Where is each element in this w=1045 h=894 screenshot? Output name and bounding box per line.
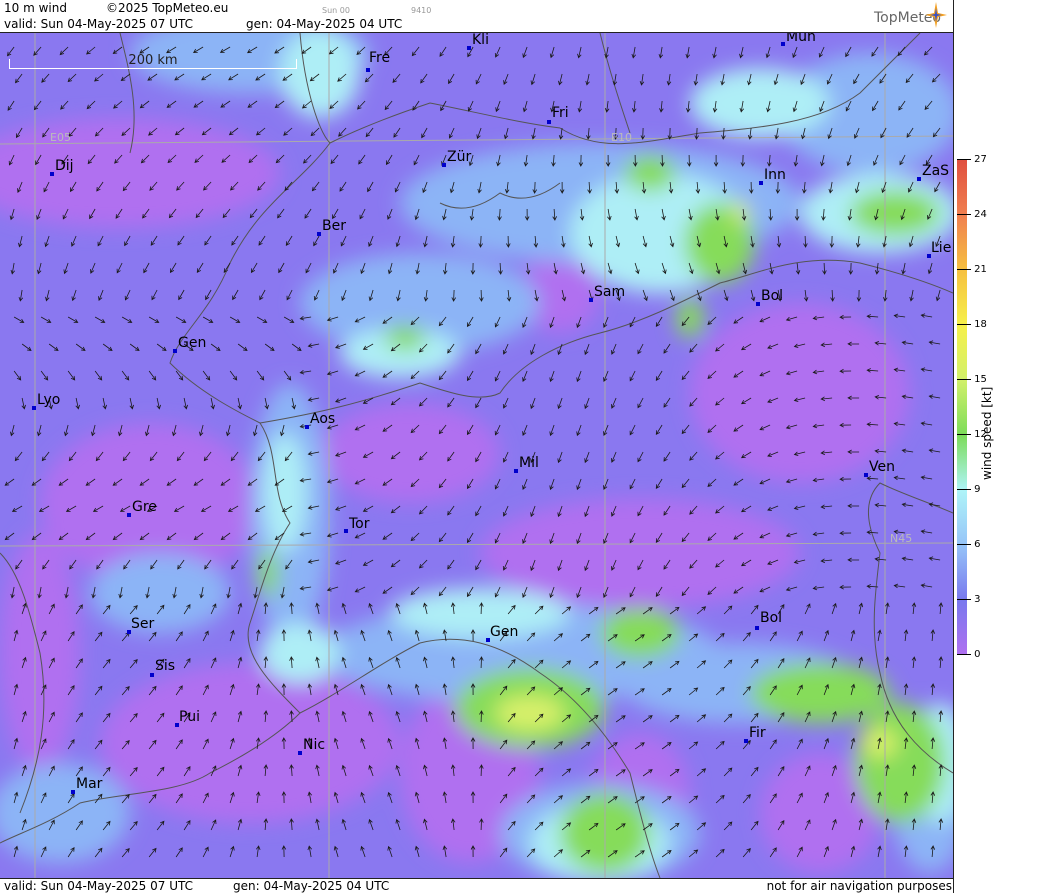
copyright: ©2025 TopMeteo.eu [106, 1, 229, 15]
colorbar-tick-21: 21 [957, 264, 987, 275]
colorbar-tick-15: 15 [957, 374, 987, 385]
colorbar-tick-6: 6 [957, 539, 981, 550]
colorbar [957, 160, 967, 655]
footer-bar: valid: Sun 04-May-2025 07 UTC gen: 04-Ma… [0, 878, 953, 894]
disclaimer: not for air navigation purposes [766, 879, 952, 893]
grid-label-e05: E05 [50, 131, 71, 144]
product-title: 10 m wind [4, 1, 67, 15]
colorbar-tick-0: 0 [957, 649, 981, 660]
colorbar-title: wind speed [kt] [980, 386, 994, 480]
colorbar-tick-27: 27 [957, 154, 987, 165]
colorbar-tick-3: 3 [957, 594, 981, 605]
scale-bar: 200 km [9, 53, 297, 69]
legend-panel: 27 24 21 18 15 12 9 6 3 0 wind speed [kt… [953, 0, 1045, 893]
grid-label-n45: N45 [890, 532, 913, 545]
run-label: Sun 00 [322, 6, 350, 15]
header-bar: 10 m wind ©2025 TopMeteo.eu Sun 00 9410 … [0, 0, 953, 33]
wind-field-svg [0, 33, 953, 878]
footer-gen-time: gen: 04-May-2025 04 UTC [233, 879, 390, 893]
scale-label: 200 km [128, 53, 178, 68]
topmeteo-logo[interactable]: TopMeteo [874, 2, 947, 28]
colorbar-tick-9: 9 [957, 484, 981, 495]
colorbar-tick-18: 18 [957, 319, 987, 330]
compass-star-icon [925, 2, 947, 28]
code-label: 9410 [411, 6, 432, 15]
grid-label-e10: E10 [611, 131, 632, 144]
wind-map[interactable]: 200 km E05 E10 N45 Kli Mun Fre Fri Dij Z… [0, 33, 953, 878]
colorbar-tick-24: 24 [957, 209, 987, 220]
valid-time: valid: Sun 04-May-2025 07 UTC [4, 17, 193, 31]
gen-time: gen: 04-May-2025 04 UTC [246, 17, 403, 31]
footer-valid-time: valid: Sun 04-May-2025 07 UTC [4, 879, 193, 893]
